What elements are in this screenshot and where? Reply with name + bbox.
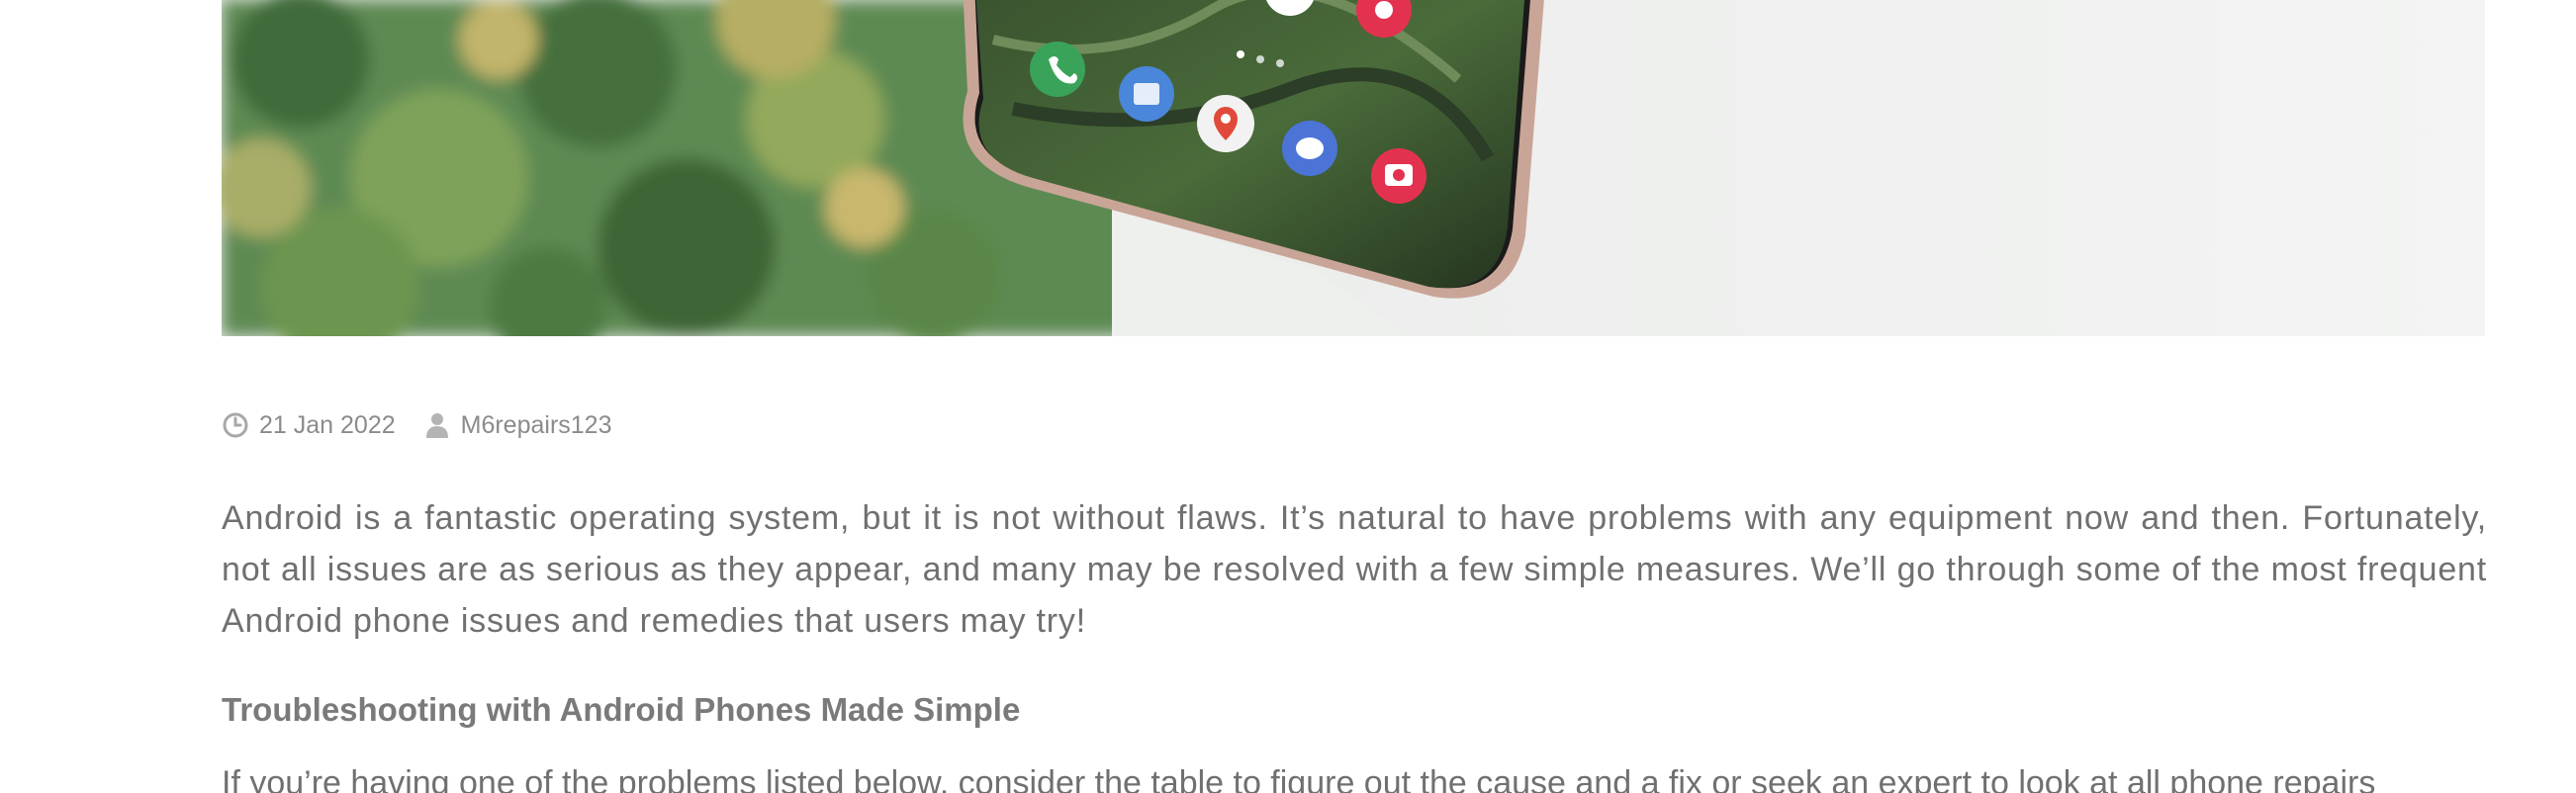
section-heading: Troubleshooting with Android Phones Made… bbox=[222, 691, 1021, 728]
clock-icon bbox=[222, 411, 249, 439]
post-body: Android is a fantastic operating system,… bbox=[222, 492, 2487, 793]
blog-post-page: 21 Jan 2022 M6repairs123 Android is a fa… bbox=[0, 0, 2576, 793]
featured-image bbox=[222, 0, 2485, 336]
user-icon bbox=[423, 411, 451, 439]
android-phone-photo bbox=[222, 0, 2485, 336]
next-paragraph: If you’re having one of the problems lis… bbox=[222, 764, 2376, 793]
intro-paragraph: Android is a fantastic operating system,… bbox=[222, 499, 2487, 640]
post-date: 21 Jan 2022 bbox=[222, 411, 396, 440]
post-meta: 21 Jan 2022 M6repairs123 bbox=[222, 405, 639, 445]
post-author-name[interactable]: M6repairs123 bbox=[461, 411, 612, 440]
post-author[interactable]: M6repairs123 bbox=[423, 411, 612, 440]
post-date-text: 21 Jan 2022 bbox=[259, 410, 396, 439]
